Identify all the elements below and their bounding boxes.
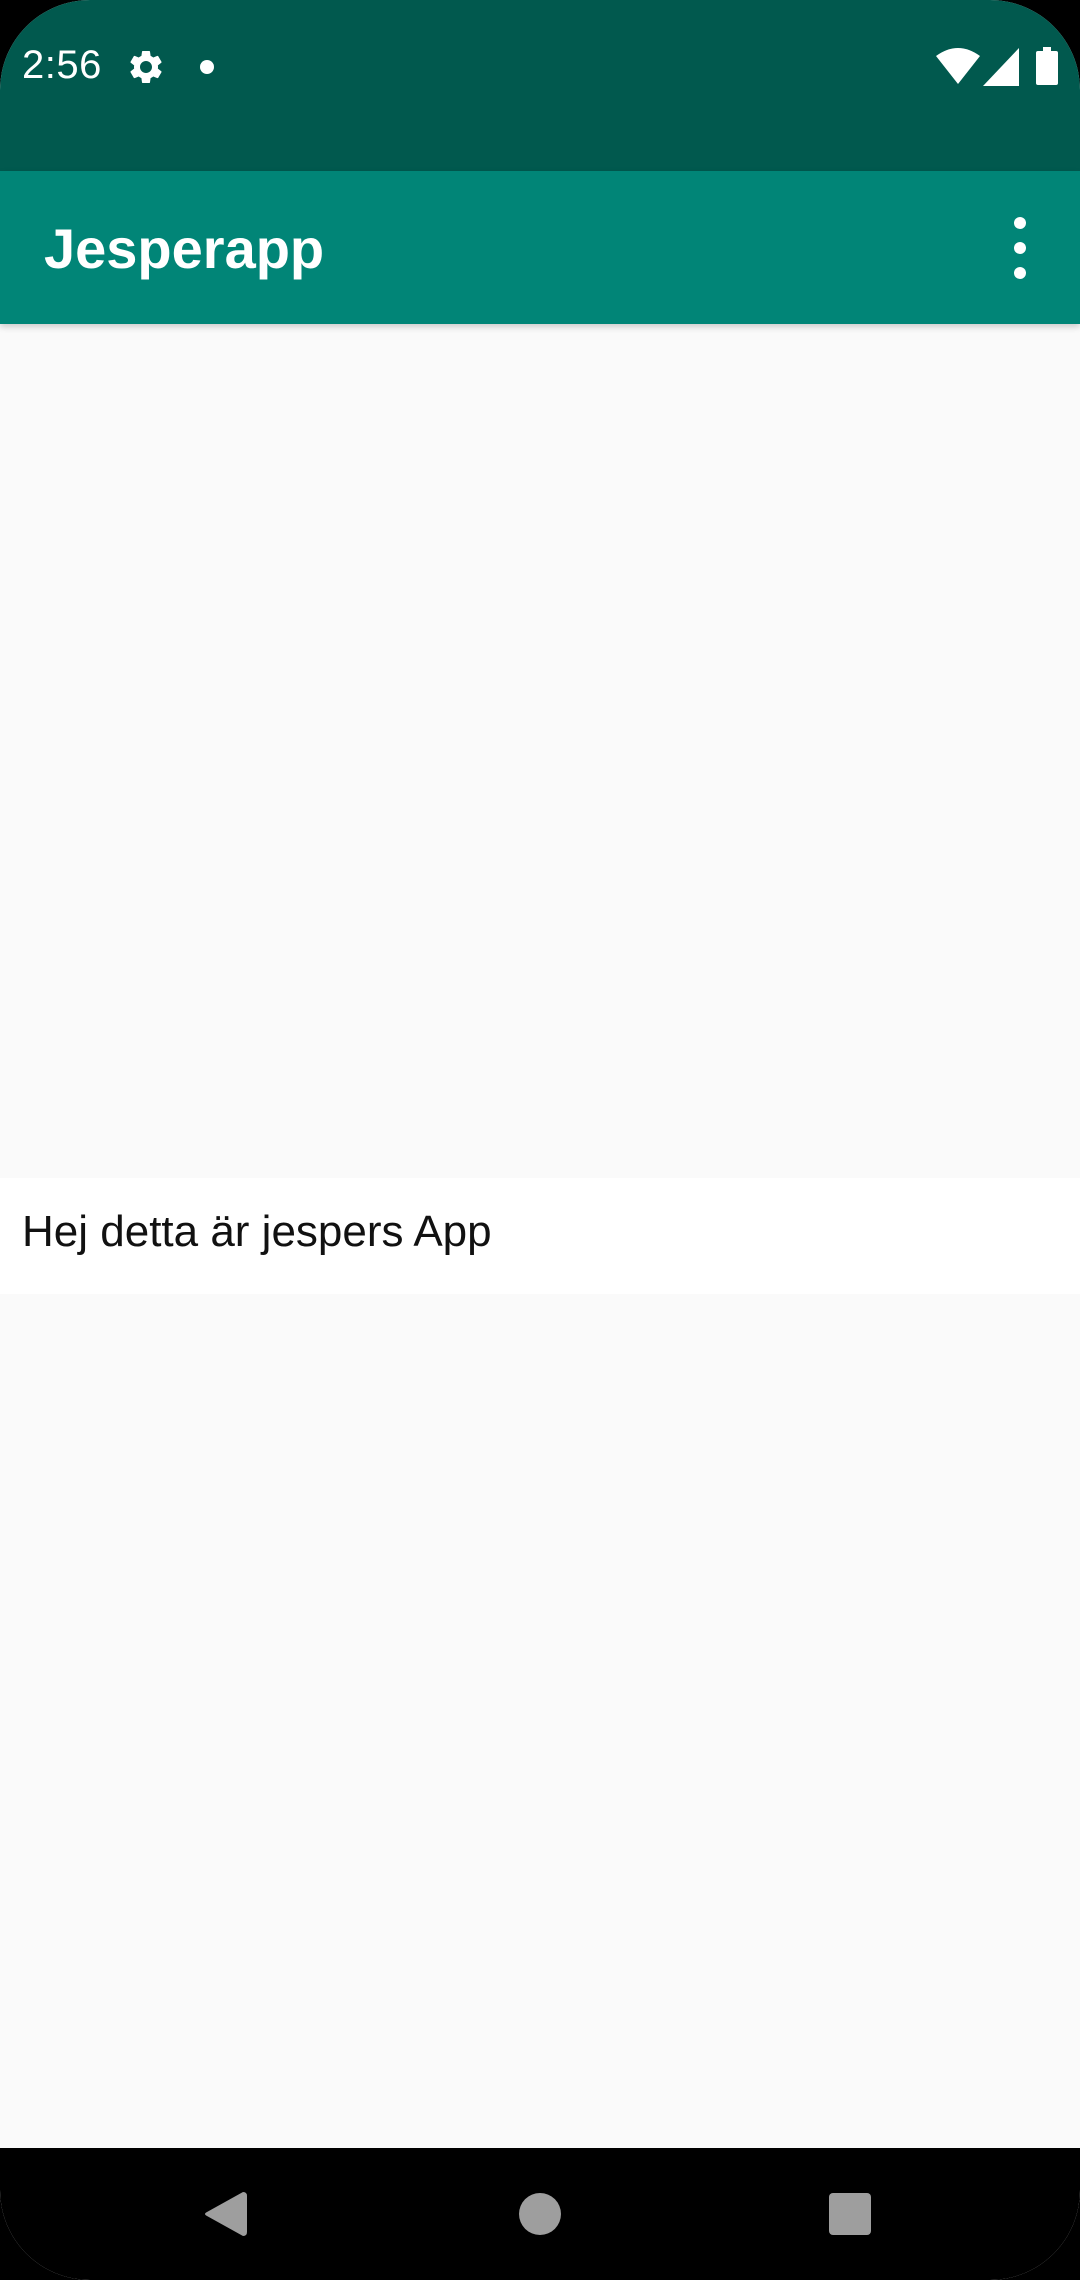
navigation-bar xyxy=(0,2148,1080,2280)
overflow-menu-icon[interactable] xyxy=(1000,213,1040,283)
home-icon[interactable] xyxy=(519,2193,561,2235)
menu-dot xyxy=(1014,217,1026,229)
back-icon[interactable] xyxy=(203,2190,247,2238)
main-content: Hej detta är jespers App xyxy=(0,324,1080,2148)
greeting-text: Hej detta är jespers App xyxy=(22,1207,492,1256)
battery-icon xyxy=(1036,47,1058,85)
phone-screen: 2:56 Jesperapp Hej detta är jespers App xyxy=(0,0,1080,2280)
status-bar: 2:56 xyxy=(0,0,1080,171)
menu-dot xyxy=(1014,242,1026,254)
wifi-icon xyxy=(936,48,980,84)
notification-dot-icon xyxy=(200,60,214,74)
cell-signal-icon xyxy=(983,48,1019,86)
gear-icon xyxy=(130,50,162,83)
text-row: Hej detta är jespers App xyxy=(0,1178,1080,1294)
app-title: Jesperapp xyxy=(44,217,325,280)
recents-icon[interactable] xyxy=(829,2193,871,2235)
app-bar: Jesperapp xyxy=(0,171,1080,324)
status-time: 2:56 xyxy=(22,43,102,87)
menu-dot xyxy=(1014,267,1026,279)
